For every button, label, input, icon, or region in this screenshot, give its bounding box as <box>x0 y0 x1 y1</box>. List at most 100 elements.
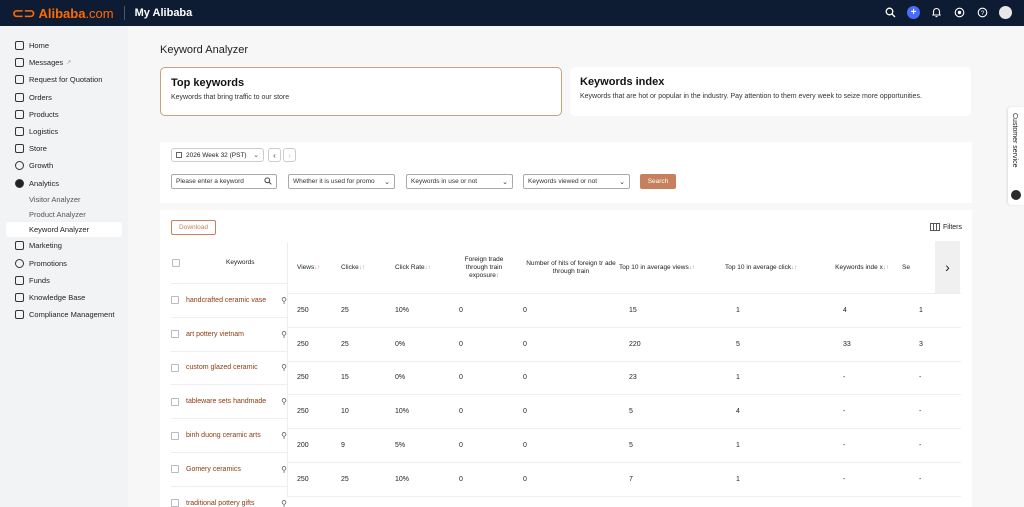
sidebar-item-rfq[interactable]: Request for Quotation <box>0 71 128 88</box>
keyword-link[interactable]: custom glazed ceramic <box>186 364 258 371</box>
in-use-select[interactable]: Keywords in use or not ⌄ <box>406 174 513 189</box>
sidebar-subitem-keyword-analyzer[interactable]: Keyword Analyzer <box>6 222 122 238</box>
keyword-link[interactable]: binh duong ceramic arts <box>186 432 261 439</box>
filters-button[interactable]: Filters <box>929 223 962 231</box>
week-selector[interactable]: 2026 Week 32 (PST) ⌄ <box>171 148 264 162</box>
keyword-link[interactable]: tableware sets handmade <box>186 398 266 405</box>
rfq-icon <box>15 75 24 85</box>
sidebar-item-messages[interactable]: Messages ↗ <box>0 54 128 71</box>
prev-week-button[interactable]: ‹ <box>268 148 281 162</box>
col-top10-click[interactable]: Top 10 in average click↓↑ <box>725 264 832 272</box>
col-keywords-index[interactable]: Keywords inde x↓↑ <box>832 264 892 272</box>
sort-icon: ↕ <box>495 272 499 279</box>
customer-service-tab[interactable]: Customer service <box>1008 107 1024 205</box>
row-checkbox[interactable] <box>171 431 179 440</box>
keyword-link[interactable]: handcrafted ceramic vase <box>186 297 266 304</box>
table-row: 250 25 0% 0 0 220 5 33 3 <box>288 328 961 362</box>
products-icon <box>15 109 24 119</box>
col-top10-views[interactable]: Top 10 in average views↓↑ <box>619 264 725 272</box>
next-week-button[interactable]: › <box>283 148 296 162</box>
row-checkbox[interactable] <box>171 363 179 372</box>
keyword-link[interactable]: art pottery vietnam <box>186 331 244 338</box>
keyword-search-input[interactable]: Please enter a keyword <box>171 174 277 189</box>
sort-icon: ↓↑ <box>882 264 889 271</box>
row-checkbox[interactable] <box>171 499 179 507</box>
support-icon[interactable] <box>953 6 966 19</box>
row-checkbox[interactable] <box>171 397 179 406</box>
sidebar-item-label: Compliance Management <box>29 310 115 320</box>
download-button[interactable]: Download <box>171 220 216 235</box>
week-value: 2026 Week 32 (PST) <box>186 151 247 159</box>
sidebar-item-label: Store <box>29 144 47 154</box>
cell-clicks: 25 <box>341 306 349 314</box>
scroll-right-button[interactable]: › <box>935 241 960 293</box>
cell-se: 3 <box>919 340 923 348</box>
tab-description: Keywords that are hot or popular in the … <box>580 93 922 100</box>
agent-avatar-icon <box>1011 190 1021 200</box>
tab-description: Keywords that bring traffic to our store <box>171 94 290 101</box>
sidebar-item-logistics[interactable]: Logistics <box>0 123 128 140</box>
cell-keywords-index: 4 <box>843 306 847 314</box>
sidebar-item-home[interactable]: Home <box>0 37 128 54</box>
col-views[interactable]: Views↓↑ <box>288 264 341 272</box>
keyword-link[interactable]: traditional pottery gifts <box>186 500 254 507</box>
keyword-row: binh duong ceramic arts ⚲ <box>171 419 287 453</box>
table-row: 250 15 0% 0 0 23 1 - - <box>288 362 961 396</box>
sidebar-item-label: Marketing <box>29 241 62 251</box>
sidebar-item-label: Messages <box>29 58 64 68</box>
sidebar-item-marketing[interactable]: Marketing <box>0 237 128 254</box>
viewed-select[interactable]: Keywords viewed or not ⌄ <box>523 174 630 189</box>
sidebar-item-funds[interactable]: Funds <box>0 272 128 289</box>
col-se[interactable]: Se <box>892 264 922 272</box>
row-checkbox[interactable] <box>171 465 179 474</box>
sidebar-item-compliance[interactable]: Compliance Management <box>0 306 128 323</box>
row-checkbox[interactable] <box>171 296 179 305</box>
alibaba-logo[interactable]: ⊂⊃ Alibaba .com <box>12 5 114 22</box>
sidebar-item-orders[interactable]: Orders <box>0 89 128 106</box>
col-click-rate[interactable]: Click Rate↓↑ <box>395 264 459 272</box>
sidebar-item-products[interactable]: Products <box>0 106 128 123</box>
tab-top-keywords[interactable]: Top keywords Keywords that bring traffic… <box>160 67 562 116</box>
keyword-column: Keywords handcrafted ceramic vase ⚲ art p… <box>171 242 287 507</box>
col-ftt-exposure[interactable]: Foreign trade through train exposure↕ <box>459 256 509 280</box>
marketing-icon <box>15 241 24 251</box>
cell-keywords-index: - <box>843 374 846 382</box>
cell-top10-views: 220 <box>629 340 641 348</box>
col-ftt-hits[interactable]: Number of hits of foreign tr ade through… <box>509 260 619 276</box>
growth-icon <box>15 161 24 171</box>
logistics-icon <box>15 127 24 137</box>
sidebar-subitem-visitor-analyzer[interactable]: Visitor Analyzer <box>0 192 128 207</box>
cell-top10-views: 5 <box>629 442 633 450</box>
sidebar-item-analytics[interactable]: Analytics <box>0 175 128 192</box>
metrics-grid: Views↓↑ Clicke↓↑ Click Rate↓↑ Foreign tr… <box>287 242 961 497</box>
sidebar-subitem-product-analyzer[interactable]: Product Analyzer <box>0 207 128 222</box>
search-icon[interactable]: ⚲ <box>281 499 287 507</box>
row-checkbox[interactable] <box>171 330 179 339</box>
plus-icon[interactable]: + <box>907 6 920 19</box>
sidebar-item-knowledge-base[interactable]: Knowledge Base <box>0 289 128 306</box>
search-icon[interactable] <box>884 6 897 19</box>
cell-views: 250 <box>297 340 309 348</box>
col-clicks[interactable]: Clicke↓↑ <box>341 264 395 272</box>
book-icon <box>15 292 24 302</box>
sidebar-item-label: Promotions <box>29 258 67 268</box>
help-icon[interactable]: ? <box>976 6 989 19</box>
home-icon <box>15 41 24 51</box>
chevron-down-icon: ⌄ <box>253 152 259 159</box>
sidebar-item-growth[interactable]: Growth <box>0 157 128 174</box>
cell-top10-views: 7 <box>629 475 633 483</box>
sidebar-item-promotions[interactable]: Promotions <box>0 254 128 271</box>
cell-top10-click: 1 <box>736 306 740 314</box>
promo-select[interactable]: Whether it is used for promo ⌄ <box>288 174 395 189</box>
avatar[interactable] <box>999 6 1012 19</box>
sidebar-item-store[interactable]: Store <box>0 140 128 157</box>
keywords-header-label: Keywords <box>226 259 255 266</box>
select-all-checkbox[interactable] <box>172 258 180 267</box>
search-button[interactable]: Search <box>640 174 676 189</box>
store-icon <box>15 144 24 154</box>
tab-keywords-index[interactable]: Keywords index Keywords that are hot or … <box>570 67 971 116</box>
bell-icon[interactable] <box>930 6 943 19</box>
keyword-link[interactable]: Gomery ceramics <box>186 466 241 473</box>
app-title[interactable]: My Alibaba <box>135 7 193 19</box>
cell-ftt-hits: 0 <box>523 475 527 483</box>
